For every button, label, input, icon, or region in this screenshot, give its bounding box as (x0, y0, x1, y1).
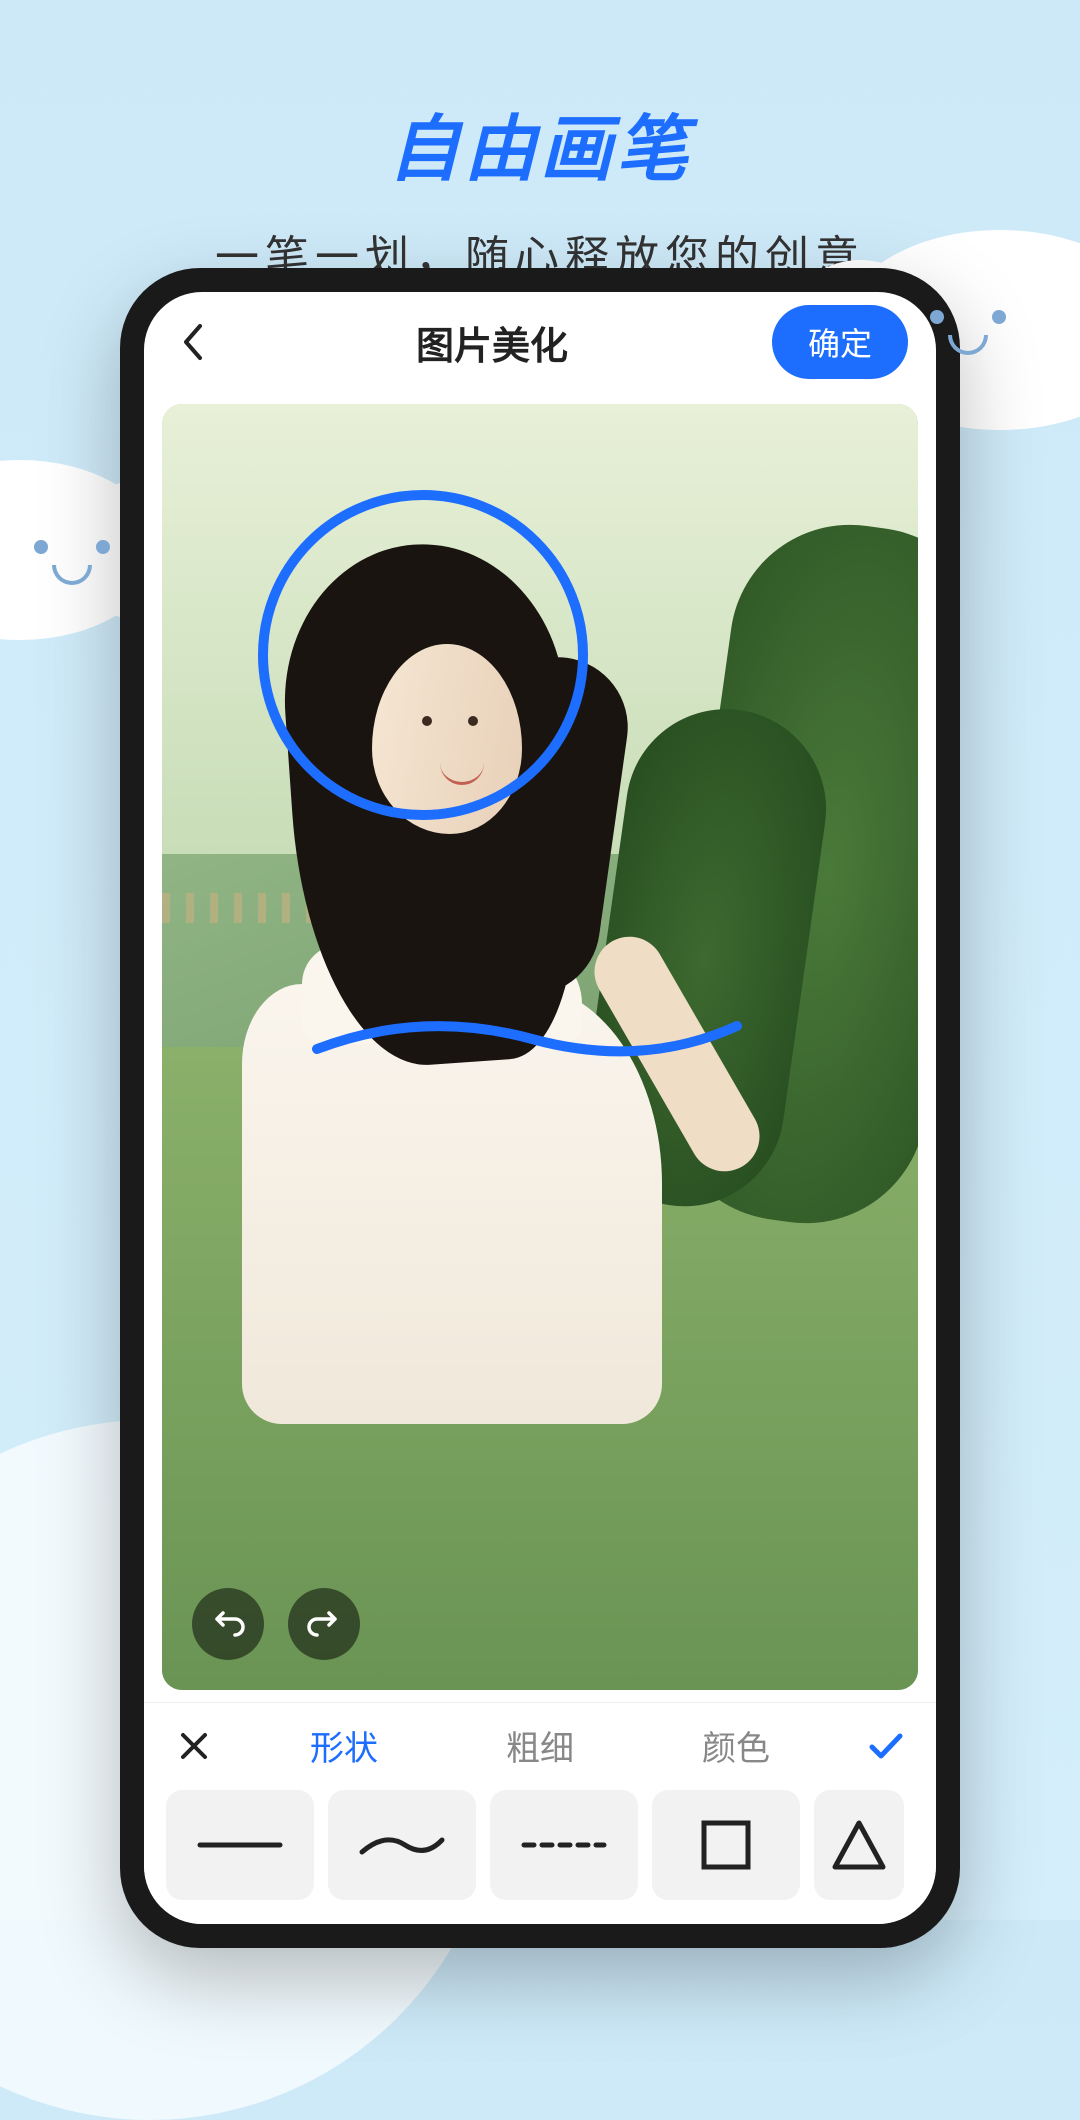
close-icon (179, 1731, 209, 1761)
app-screen: 图片美化 确定 (144, 292, 936, 1924)
chevron-left-icon (181, 323, 203, 361)
shape-options (144, 1790, 936, 1900)
undo-button[interactable] (192, 1588, 264, 1660)
wave-icon (357, 1830, 447, 1860)
hero-title: 自由画笔 (0, 90, 1080, 195)
shape-option-dashed[interactable] (490, 1790, 638, 1900)
shape-option-triangle[interactable] (814, 1790, 904, 1900)
tab-shape[interactable]: 形状 (310, 1721, 378, 1770)
apply-button[interactable] (864, 1724, 908, 1768)
confirm-button[interactable]: 确定 (772, 305, 908, 379)
shape-option-wave[interactable] (328, 1790, 476, 1900)
tab-color[interactable]: 颜色 (702, 1721, 770, 1770)
shape-option-line[interactable] (166, 1790, 314, 1900)
redo-button[interactable] (288, 1588, 360, 1660)
cancel-button[interactable] (172, 1724, 216, 1768)
dashed-line-icon (519, 1835, 609, 1855)
back-button[interactable] (172, 322, 212, 362)
cloud-face-icon (10, 540, 134, 585)
undo-icon (211, 1607, 245, 1641)
drawn-wave-annotation (312, 1014, 742, 1064)
triangle-icon (829, 1815, 889, 1875)
shape-option-square[interactable] (652, 1790, 800, 1900)
redo-icon (307, 1607, 341, 1641)
nav-title: 图片美化 (416, 315, 568, 370)
tab-thickness[interactable]: 粗细 (506, 1721, 574, 1770)
phone-mockup: 图片美化 确定 (120, 268, 960, 1948)
drawn-circle-annotation (258, 490, 588, 820)
cloud-face-icon (906, 310, 1030, 355)
bottom-toolbar: 形状 粗细 颜色 (144, 1702, 936, 1924)
editing-canvas[interactable] (162, 404, 918, 1690)
check-icon (868, 1732, 904, 1760)
square-icon (696, 1815, 756, 1875)
nav-bar: 图片美化 确定 (144, 292, 936, 392)
line-icon (195, 1835, 285, 1855)
